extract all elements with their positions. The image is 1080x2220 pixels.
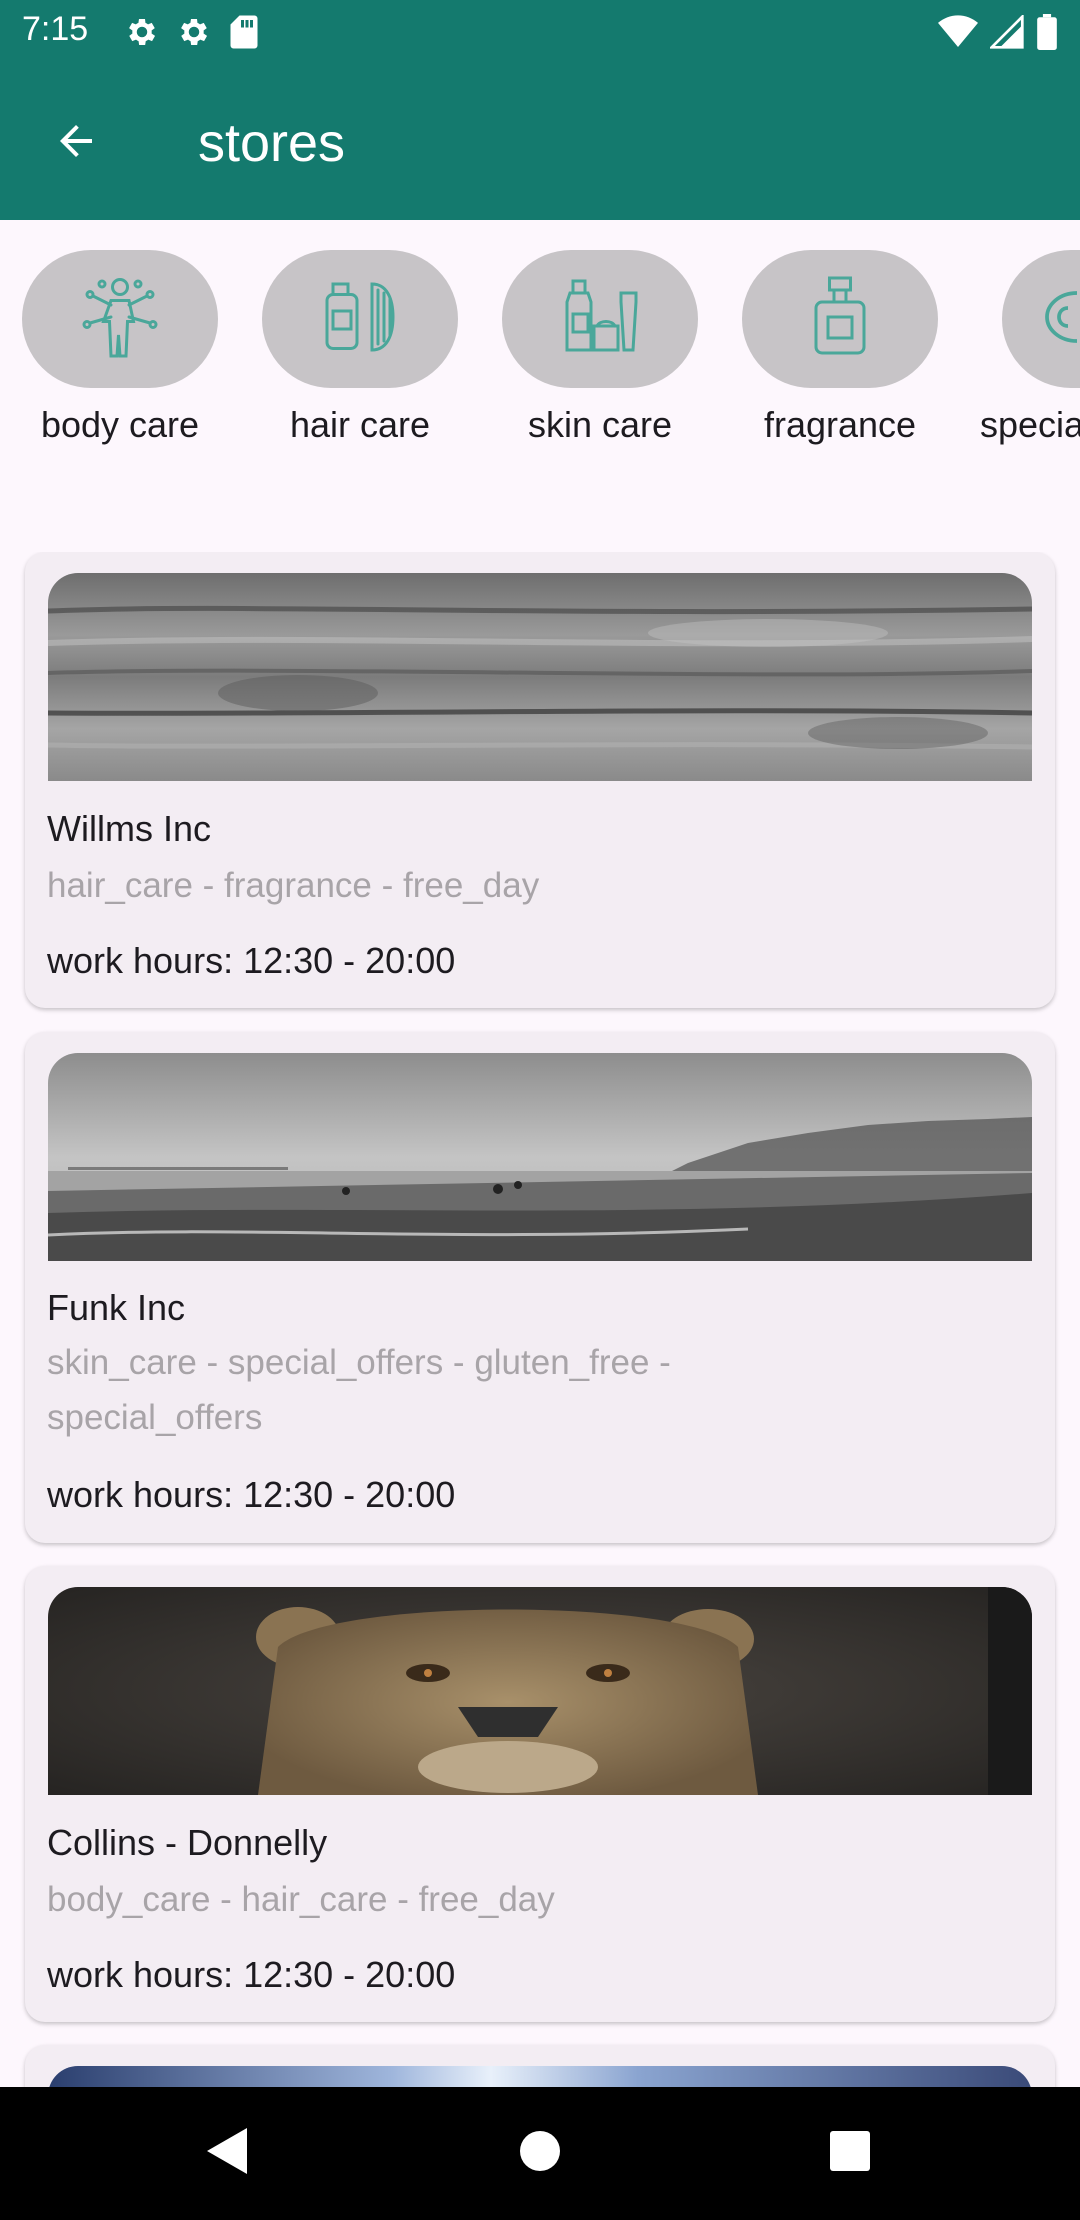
store-tags: skin_care - special_offers - gluten_free…	[47, 1343, 671, 1437]
skin-care-icon	[555, 272, 645, 367]
battery-icon	[1036, 14, 1058, 55]
nav-recents-button[interactable]	[810, 2117, 890, 2189]
category-label: fragrance	[763, 404, 917, 445]
page-title: stores	[198, 113, 346, 173]
store-image	[48, 1587, 1032, 1795]
category-special-offers[interactable]: specia	[980, 250, 1080, 446]
hair-care-icon	[315, 272, 405, 367]
category-skin-care[interactable]: skin care	[500, 250, 700, 446]
nav-home-icon	[518, 2129, 562, 2178]
store-image	[48, 1053, 1032, 1261]
body-care-icon	[75, 272, 165, 367]
status-time: 7:15	[22, 10, 89, 48]
wifi-icon	[938, 15, 978, 54]
store-hours: work hours: 12:30 - 20:00	[47, 1474, 456, 1515]
nav-home-button[interactable]	[500, 2117, 580, 2189]
store-card[interactable]: Willms Inc hair_care - fragrance - free_…	[25, 552, 1055, 1008]
category-list: body care hair care skin care fragrance …	[0, 250, 1080, 460]
store-hours: work hours: 12:30 - 20:00	[47, 1954, 456, 1995]
store-image	[48, 573, 1032, 781]
store-tags: hair_care - fragrance - free_day	[47, 866, 540, 905]
store-card[interactable]	[25, 2045, 1055, 2087]
category-label: hair care	[289, 404, 431, 445]
store-card[interactable]: Funk Inc skin_care - special_offers - gl…	[25, 1032, 1055, 1543]
category-hair-care[interactable]: hair care	[260, 250, 460, 446]
store-tags: body_care - hair_care - free_day	[47, 1880, 555, 1919]
store-image	[48, 2066, 1032, 2087]
category-label: specia	[980, 404, 1080, 445]
back-button[interactable]	[36, 110, 116, 176]
arrow-back-icon	[52, 117, 100, 170]
store-card[interactable]: Collins - Donnelly body_care - hair_care…	[25, 1566, 1055, 2022]
fragrance-icon	[795, 272, 885, 367]
nav-back-button[interactable]	[186, 2117, 266, 2189]
category-fragrance[interactable]: fragrance	[740, 250, 940, 446]
store-hours: work hours: 12:30 - 20:00	[47, 940, 456, 981]
signal-icon	[988, 13, 1024, 54]
store-name: Collins - Donnelly	[47, 1822, 328, 1863]
category-body-care[interactable]: body care	[20, 250, 220, 446]
category-label: body care	[40, 404, 200, 445]
sd-card-icon	[228, 14, 260, 55]
settings-icon	[176, 14, 212, 55]
nav-recents-icon	[829, 2130, 871, 2177]
store-name: Willms Inc	[47, 808, 211, 849]
store-name: Funk Inc	[47, 1287, 186, 1328]
app-bar: stores	[0, 66, 1080, 220]
status-bar: 7:15	[0, 0, 1080, 66]
category-label: skin care	[527, 404, 673, 445]
store-list[interactable]: Willms Inc hair_care - fragrance - free_…	[0, 552, 1080, 2087]
navigation-bar	[0, 2087, 1080, 2220]
settings-icon	[124, 14, 160, 55]
nav-back-icon	[203, 2126, 249, 2181]
special-offers-icon	[1032, 272, 1080, 367]
